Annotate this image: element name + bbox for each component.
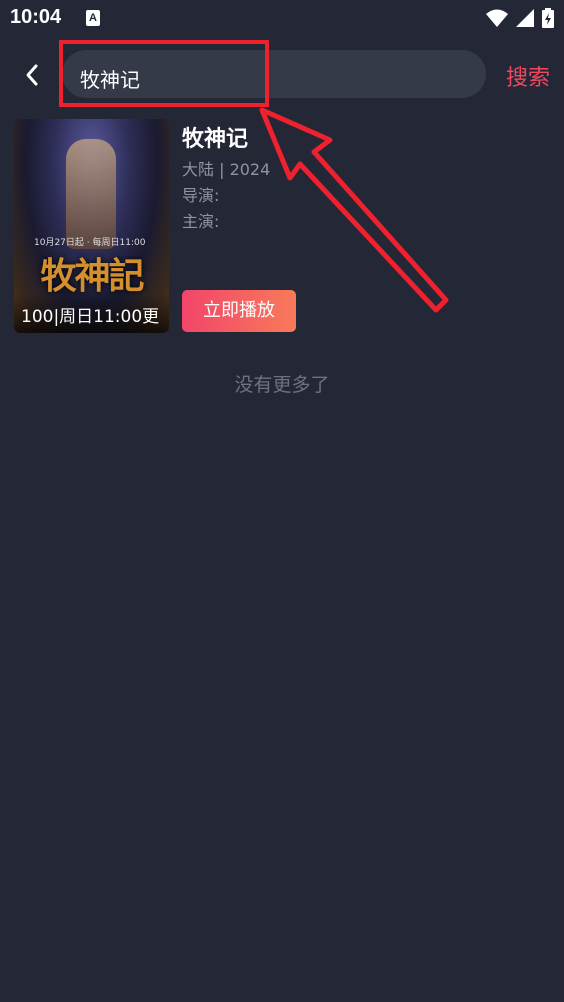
annotation-arrow-icon xyxy=(259,107,449,313)
